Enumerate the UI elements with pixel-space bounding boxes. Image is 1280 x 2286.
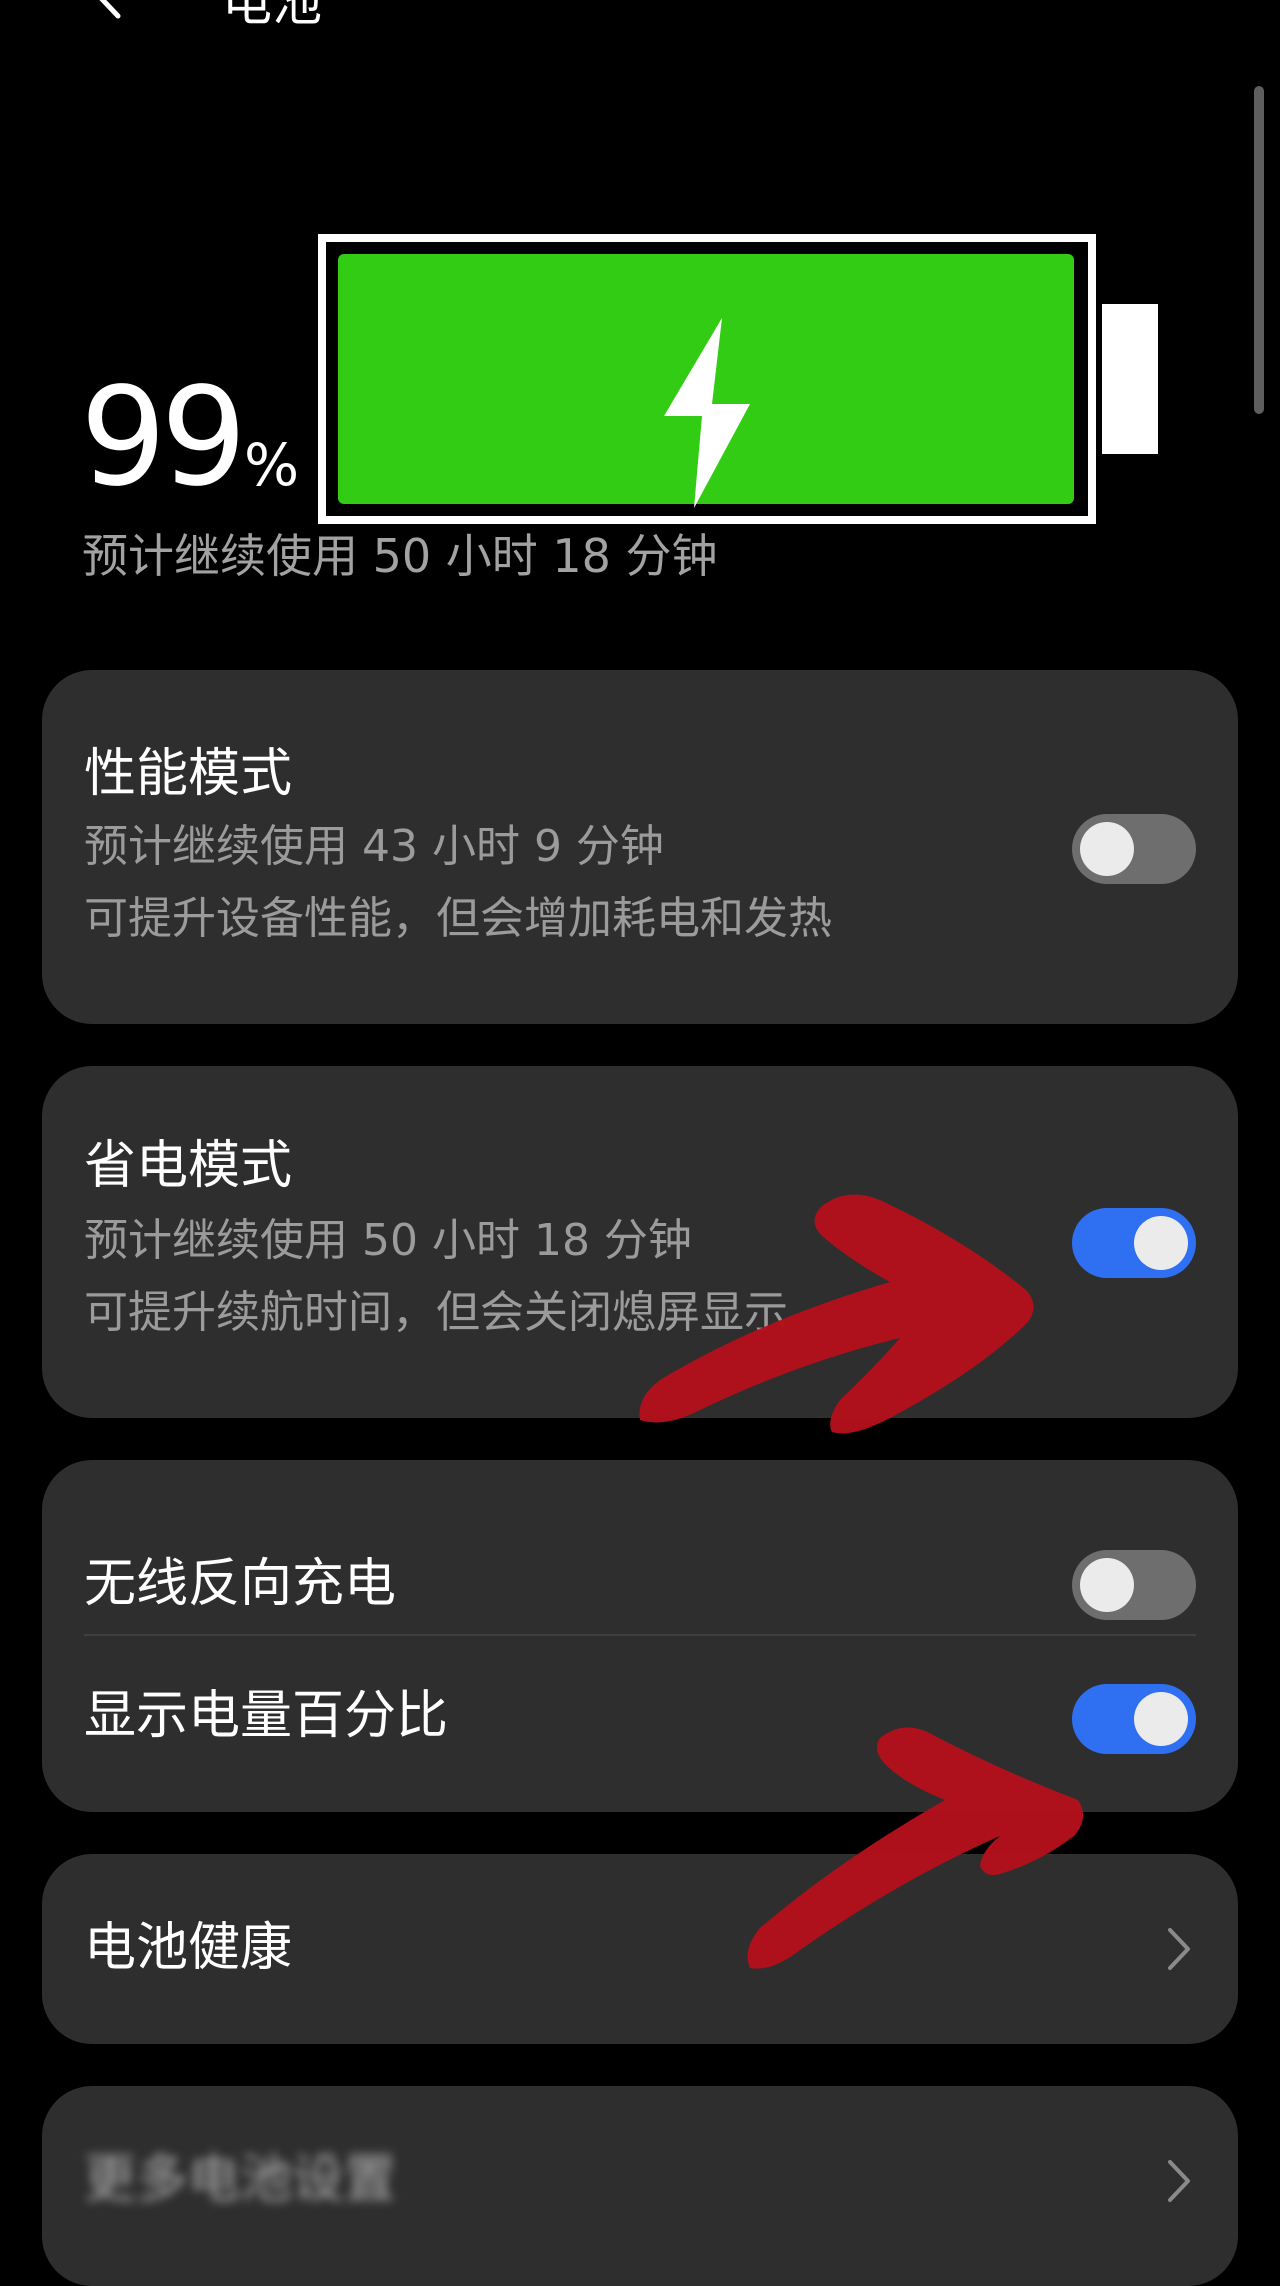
battery-percent-value: 99 — [80, 359, 247, 517]
chevron-right-icon — [1168, 2160, 1190, 2202]
power-saving-mode-description: 可提升续航时间，但会关闭熄屏显示 — [84, 1287, 788, 1338]
power-saving-mode-toggle[interactable] — [1072, 1208, 1196, 1278]
performance-mode-toggle[interactable] — [1072, 814, 1196, 884]
chevron-right-icon — [1168, 1928, 1190, 1970]
more-battery-settings-title: 更多电池设置 — [84, 2150, 397, 2210]
performance-mode-card[interactable]: 性能模式 预计继续使用 43 小时 9 分钟 可提升设备性能，但会增加耗电和发热 — [42, 670, 1238, 1024]
show-battery-percentage-title: 显示电量百分比 — [84, 1686, 449, 1746]
power-saving-mode-title: 省电模式 — [84, 1136, 293, 1196]
power-saving-mode-card[interactable]: 省电模式 预计继续使用 50 小时 18 分钟 可提升续航时间，但会关闭熄屏显示 — [42, 1066, 1238, 1418]
performance-mode-estimate: 预计继续使用 43 小时 9 分钟 — [84, 821, 664, 872]
top-bar: 电池 — [0, 0, 1280, 40]
battery-terminal — [1102, 304, 1158, 454]
battery-health-title: 电池健康 — [84, 1918, 293, 1978]
back-arrow-icon[interactable] — [88, 0, 134, 20]
battery-health-card[interactable]: 电池健康 — [42, 1854, 1238, 2044]
toggle-knob — [1080, 822, 1134, 876]
battery-percent-sign: % — [244, 431, 300, 499]
more-battery-settings-card[interactable]: 更多电池设置 — [42, 2086, 1238, 2286]
page-title: 电池 — [222, 0, 322, 32]
performance-mode-title: 性能模式 — [84, 744, 293, 804]
toggle-knob — [1080, 1558, 1134, 1612]
charging-display-card: 无线反向充电 显示电量百分比 — [42, 1460, 1238, 1812]
power-saving-mode-estimate: 预计继续使用 50 小时 18 分钟 — [84, 1215, 692, 1266]
wireless-reverse-charging-toggle[interactable] — [1072, 1550, 1196, 1620]
toggle-knob — [1134, 1692, 1188, 1746]
battery-estimate: 预计继续使用 50 小时 18 分钟 — [82, 529, 718, 583]
battery-status: 99 % 预计继续使用 50 小时 18 分钟 — [0, 200, 1280, 600]
performance-mode-description: 可提升设备性能，但会增加耗电和发热 — [84, 893, 832, 944]
battery-charging-icon — [318, 234, 1158, 524]
wireless-reverse-charging-title: 无线反向充电 — [84, 1554, 397, 1614]
row-divider — [84, 1634, 1196, 1636]
show-battery-percentage-toggle[interactable] — [1072, 1684, 1196, 1754]
toggle-knob — [1134, 1216, 1188, 1270]
